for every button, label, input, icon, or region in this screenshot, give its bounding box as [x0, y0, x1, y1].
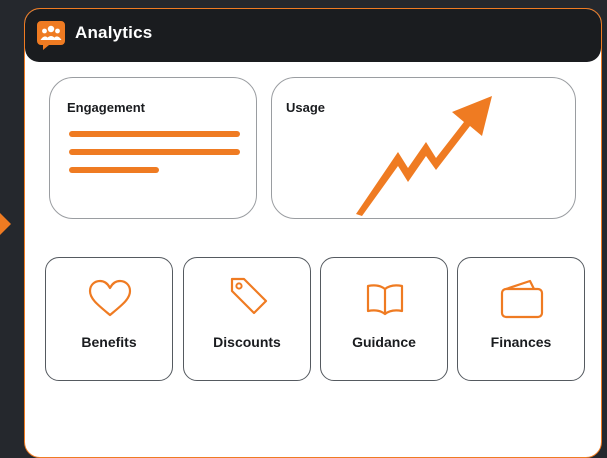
tile-label-discounts: Discounts — [213, 334, 281, 350]
page-title: Analytics — [75, 23, 153, 42]
finances-tile[interactable]: Finances — [457, 257, 585, 381]
discounts-tile[interactable]: Discounts — [183, 257, 311, 381]
side-panel-toggle-arrow[interactable] — [0, 213, 11, 235]
tile-label-benefits: Benefits — [81, 334, 137, 350]
wallet-icon — [500, 279, 544, 319]
engagement-card-title: Engagement — [67, 100, 146, 115]
tile-label-guidance: Guidance — [352, 334, 416, 350]
price-tag-icon — [230, 277, 268, 315]
guidance-tile[interactable]: Guidance — [320, 257, 448, 381]
title-bar: Analytics — [25, 9, 601, 62]
heart-icon — [88, 279, 132, 317]
benefits-tile[interactable]: Benefits — [45, 257, 173, 381]
engagement-card[interactable]: Engagement — [49, 77, 257, 219]
group-chat-icon — [37, 21, 65, 50]
usage-card[interactable]: Usage — [271, 77, 576, 219]
open-book-icon — [366, 284, 404, 316]
tile-label-finances: Finances — [490, 334, 552, 350]
trend-up-arrow-icon — [356, 96, 492, 216]
analytics-window: Analytics Engagement Usage Benefits Disc… — [24, 8, 602, 458]
